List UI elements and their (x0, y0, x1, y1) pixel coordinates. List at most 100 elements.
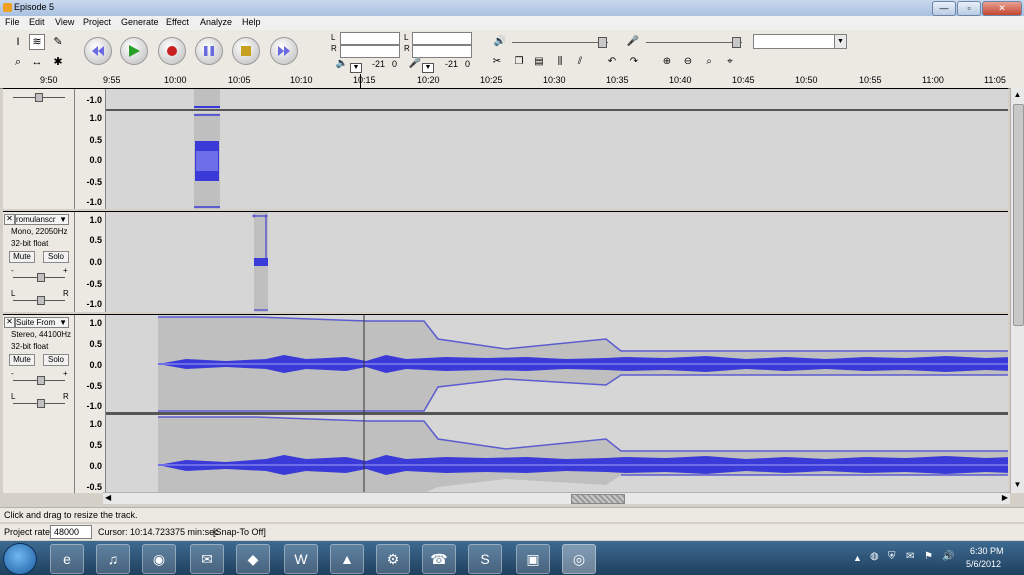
scroll-up-icon[interactable]: ▲ (1012, 90, 1023, 100)
scroll-right-icon[interactable]: ▶ (1002, 493, 1008, 502)
zoom-tool-icon[interactable]: ⌕ (10, 54, 26, 70)
menu-project[interactable]: Project (83, 17, 111, 27)
steam-icon[interactable]: ⚙ (376, 544, 410, 574)
menu-edit[interactable]: Edit (29, 17, 45, 27)
input-source-select[interactable]: ▼ (753, 34, 847, 49)
menu-view[interactable]: View (55, 17, 74, 27)
chrome-icon[interactable]: ◉ (142, 544, 176, 574)
fit-selection-icon[interactable]: ⌕ (702, 55, 716, 69)
horizontal-scrollbar[interactable]: ◀ ▶ (103, 492, 1010, 504)
pan-knob[interactable] (35, 93, 43, 102)
stop-button[interactable] (232, 37, 260, 65)
timeshift-tool-icon[interactable]: ↔ (29, 54, 45, 70)
itunes-icon[interactable]: ♫ (96, 544, 130, 574)
track-partial[interactable]: -1.0 1.0 0.5 0.0 -0.5 -1.0 (3, 88, 1008, 209)
clock-time[interactable]: 6:30 PM (970, 546, 1004, 556)
zoom-in-icon[interactable]: ⊕ (660, 55, 674, 69)
horizontal-scroll-thumb[interactable] (571, 494, 625, 504)
project-rate-select[interactable]: 48000 (50, 525, 92, 539)
gain-slider[interactable] (13, 273, 65, 282)
start-button[interactable] (3, 543, 37, 575)
skip-end-button[interactable] (270, 37, 298, 65)
vertical-scroll-thumb[interactable] (1013, 104, 1024, 326)
waveform-area[interactable] (106, 315, 1008, 493)
playback-volume-knob[interactable] (598, 37, 607, 48)
vertical-scrollbar[interactable]: ▲ ▼ (1010, 88, 1024, 493)
file-explorer-icon[interactable]: ▣ (516, 544, 550, 574)
menu-effect[interactable]: Effect (166, 17, 189, 27)
mute-button[interactable]: Mute (9, 251, 35, 263)
waveform-area[interactable] (106, 89, 1008, 209)
mute-button[interactable]: Mute (9, 354, 35, 366)
pause-button[interactable] (195, 37, 223, 65)
security-tray-icon[interactable]: ⛨ (888, 551, 896, 562)
recording-volume-knob[interactable] (732, 37, 741, 48)
playback-meter-right[interactable] (340, 45, 400, 58)
trim-icon[interactable]: ⫼ (553, 55, 567, 69)
pan-slider[interactable] (13, 399, 65, 408)
envelope-tool-icon[interactable]: ≋ (29, 34, 45, 50)
menu-help[interactable]: Help (242, 17, 261, 27)
volume-tray-icon[interactable]: 🔊 (942, 551, 954, 562)
solo-button[interactable]: Solo (43, 354, 69, 366)
multi-tool-icon[interactable]: ✱ (50, 54, 66, 70)
app-icon[interactable]: ◆ (236, 544, 270, 574)
gain-knob[interactable] (37, 273, 45, 282)
silence-icon[interactable]: ⫽ (573, 55, 587, 69)
close-button[interactable]: ✕ (982, 1, 1022, 16)
menu-file[interactable]: File (5, 17, 20, 27)
vruler-label: 1.0 (89, 113, 102, 123)
world-of-warcraft-icon[interactable]: W (284, 544, 318, 574)
waveform-area[interactable] (106, 212, 1008, 312)
gain-knob[interactable] (37, 376, 45, 385)
playback-meter-dropdown[interactable]: ▼ (350, 63, 362, 73)
network-tray-icon[interactable]: ◍ (870, 551, 879, 562)
game-launcher-icon[interactable]: ▲ (330, 544, 364, 574)
menu-generate[interactable]: Generate (121, 17, 159, 27)
skype-icon[interactable]: S (468, 544, 502, 574)
mail-tray-icon[interactable]: ✉ (906, 551, 914, 562)
scroll-down-icon[interactable]: ▼ (1012, 480, 1023, 490)
track-name-menu[interactable]: romulanscr ▼ (15, 214, 69, 225)
draw-tool-icon[interactable]: ✎ (50, 34, 66, 50)
maximize-button[interactable]: ▫ (957, 1, 981, 16)
track-suite-from[interactable]: ✕ Suite From ▼ Stereo, 44100Hz 32-bit flo… (3, 314, 1008, 493)
selection-tool-icon[interactable]: I (10, 34, 26, 50)
audacity-taskbar-icon[interactable]: ◎ (562, 544, 596, 574)
track-romulanscr[interactable]: ✕ romulanscr ▼ Mono, 22050Hz 32-bit float… (3, 211, 1008, 312)
playback-volume-slider[interactable] (512, 37, 608, 48)
solo-button[interactable]: Solo (43, 251, 69, 263)
recording-meter-dropdown[interactable]: ▼ (422, 63, 434, 73)
menu-analyze[interactable]: Analyze (200, 17, 232, 27)
google-talk-icon[interactable]: ☎ (422, 544, 456, 574)
close-track-button[interactable]: ✕ (4, 317, 15, 328)
track-name-menu[interactable]: Suite From ▼ (15, 317, 69, 328)
paste-icon[interactable]: ▤ (532, 55, 546, 69)
skip-start-button[interactable] (84, 37, 112, 65)
scissors-icon[interactable]: ✂ (490, 55, 504, 69)
tray-arrow-icon[interactable]: ▲ (853, 553, 862, 563)
timeline-ruler[interactable]: 9:50 9:55 10:00 10:05 10:10 10:15 10:20 … (0, 74, 1024, 89)
copy-icon[interactable]: ❐ (512, 55, 526, 69)
zoom-out-icon[interactable]: ⊖ (681, 55, 695, 69)
play-button[interactable] (120, 37, 148, 65)
flag-tray-icon[interactable]: ⚑ (924, 551, 933, 562)
pan-knob[interactable] (37, 399, 45, 408)
pan-slider[interactable] (13, 93, 65, 102)
clock-date[interactable]: 5/6/2012 (966, 559, 1001, 569)
internet-explorer-icon[interactable]: e (50, 544, 84, 574)
recording-meter-left[interactable] (412, 32, 472, 45)
undo-icon[interactable]: ↶ (605, 55, 619, 69)
notes-app-icon[interactable]: ✉ (190, 544, 224, 574)
playback-meter-left[interactable] (340, 32, 400, 45)
scroll-left-icon[interactable]: ◀ (105, 493, 111, 502)
pan-knob[interactable] (37, 296, 45, 305)
fit-project-icon[interactable]: ⌖ (723, 55, 737, 69)
redo-icon[interactable]: ↷ (627, 55, 641, 69)
close-track-button[interactable]: ✕ (4, 214, 15, 225)
pan-slider[interactable] (13, 296, 65, 305)
recording-volume-slider[interactable] (646, 37, 742, 48)
minimize-button[interactable]: — (932, 1, 956, 16)
record-button[interactable] (158, 37, 186, 65)
gain-slider[interactable] (13, 376, 65, 385)
